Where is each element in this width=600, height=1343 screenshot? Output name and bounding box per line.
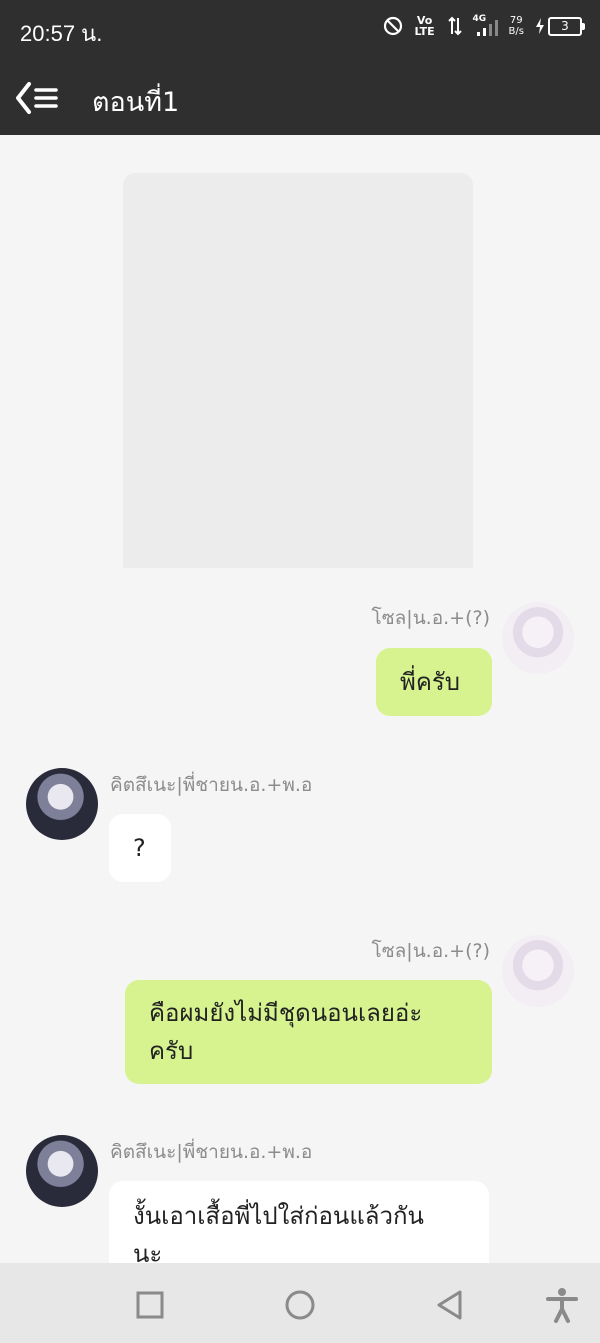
avatar[interactable] <box>26 1135 98 1207</box>
sender-name: คิตสึเนะ|พี่ชายน.อ.+พ.อ <box>110 774 313 796</box>
sender-name: คิตสึเนะ|พี่ชายน.อ.+พ.อ <box>110 1141 313 1163</box>
back-button[interactable] <box>14 78 62 118</box>
home-icon <box>285 1290 315 1320</box>
data-arrows-icon <box>447 16 462 36</box>
net-speed-unit: B/s <box>508 26 524 37</box>
back-list-icon <box>16 82 58 114</box>
message-text-line: ครับ <box>149 1037 194 1065</box>
home-button[interactable] <box>280 1285 320 1325</box>
navigation-bar <box>0 1263 600 1343</box>
recent-apps-button[interactable] <box>130 1285 170 1325</box>
back-icon <box>437 1290 462 1320</box>
nav-back-button[interactable] <box>430 1285 470 1325</box>
chapter-title: ตอนที่1 <box>92 87 180 118</box>
sender-name: โซล|น.อ.+(?) <box>371 607 490 629</box>
do-not-disturb-icon <box>383 16 402 36</box>
message-text-line: งั้นเอาเสื้อพี่ไปใส่ก่อนแล้วกัน <box>133 1202 424 1230</box>
avatar[interactable] <box>26 768 98 840</box>
recent-apps-icon <box>136 1291 164 1319</box>
chat-bubble[interactable]: คือผมยังไม่มีชุดนอนเลยอ่ะ ครับ <box>125 980 492 1084</box>
avatar[interactable] <box>502 935 574 1007</box>
avatar[interactable] <box>502 602 574 674</box>
image-placeholder <box>123 173 473 568</box>
sender-name: โซล|น.อ.+(?) <box>371 940 490 962</box>
signal-icon: 4G <box>473 14 499 38</box>
charging-icon <box>536 18 544 34</box>
status-time: 20:57 น. <box>20 21 103 46</box>
message-text: ? <box>133 834 146 862</box>
chat-bubble[interactable]: พี่ครับ <box>376 648 492 716</box>
net-speed-value: 79 <box>509 15 523 26</box>
volte-icon: Vo LTE <box>414 14 435 38</box>
status-icons: Vo LTE 4G 79 B/s 3 <box>383 14 585 38</box>
net-speed: 79 B/s <box>509 15 524 37</box>
message-text: พี่ครับ <box>400 668 460 696</box>
accessibility-icon <box>546 1288 578 1323</box>
message-text-line: คือผมยังไม่มีชุดนอนเลยอ่ะ <box>149 999 423 1027</box>
accessibility-button[interactable] <box>542 1285 582 1325</box>
battery-icon: 3 <box>548 16 585 36</box>
top-bar: 20:57 น. Vo LTE 4G 79 B/s 3 ตอนที่1 <box>0 0 600 135</box>
chat-bubble[interactable]: ? <box>109 814 171 882</box>
